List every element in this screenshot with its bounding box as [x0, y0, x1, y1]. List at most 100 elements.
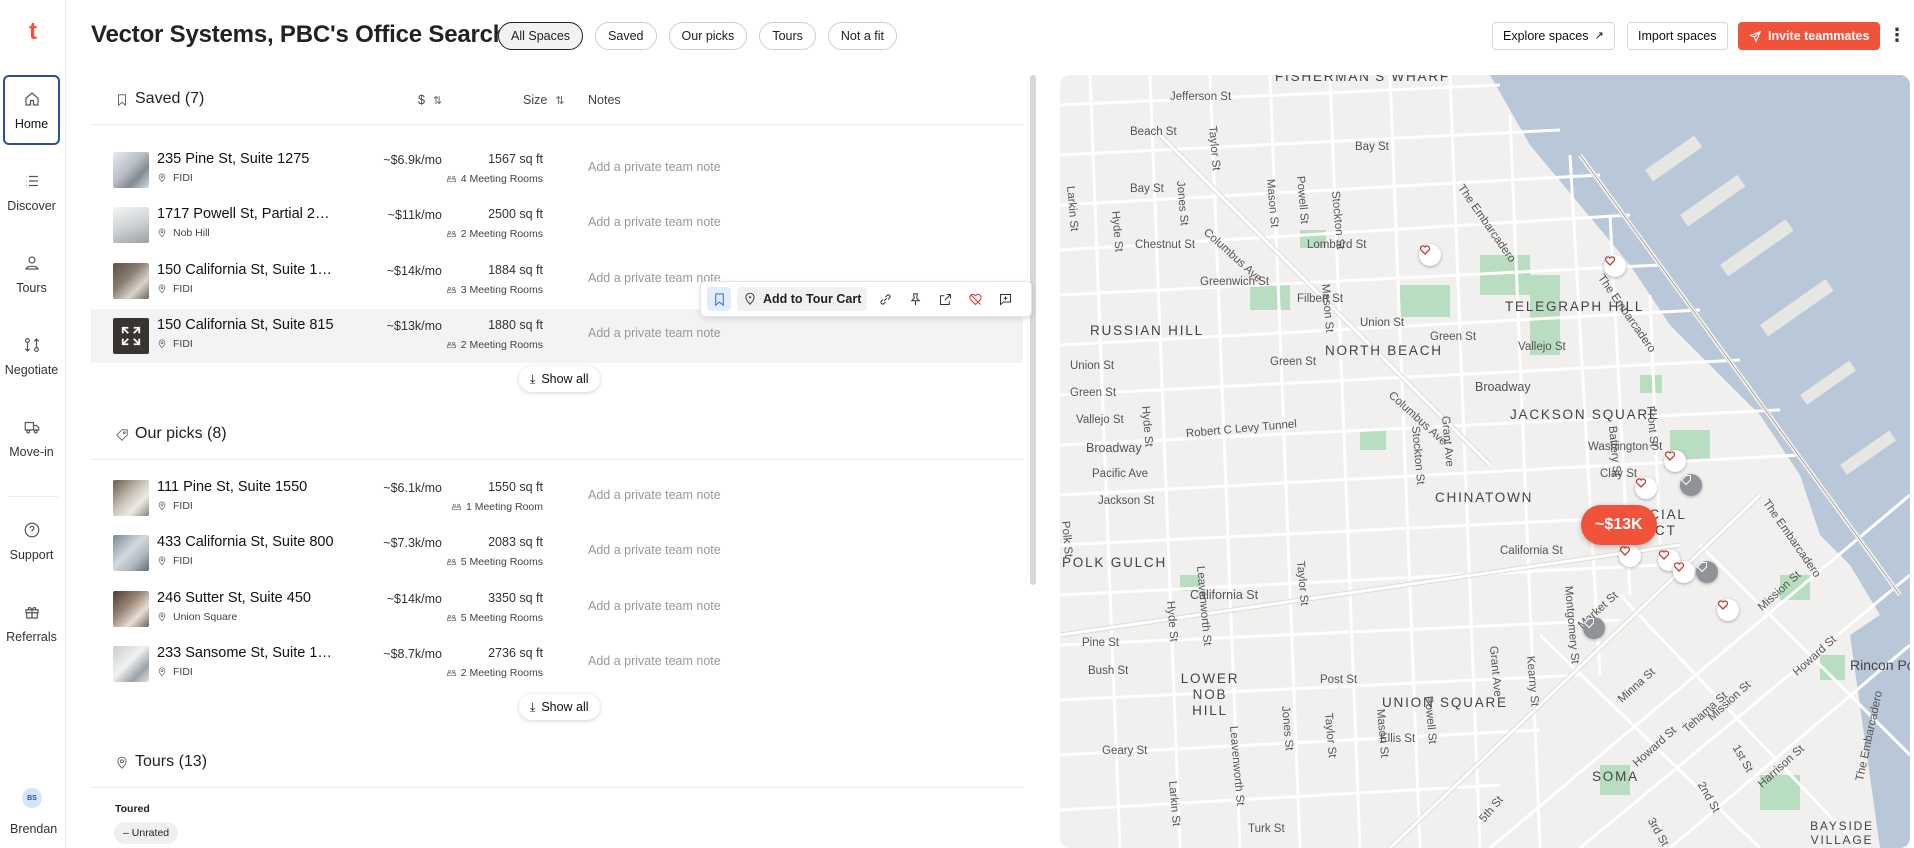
table-row[interactable]: 246 Sutter St, Suite 450 Union Square ~$…	[91, 582, 1023, 636]
meeting-room-icon	[446, 230, 456, 237]
picks-section-title: Our picks (8)	[135, 425, 227, 442]
add-to-tour-cart-button[interactable]: Add to Tour Cart	[737, 287, 868, 311]
sort-icon: ⇅	[555, 94, 565, 107]
space-address[interactable]: 235 Pine St, Suite 1275	[157, 151, 337, 167]
link-icon[interactable]	[873, 287, 897, 311]
space-address[interactable]: 246 Sutter St, Suite 450	[157, 590, 337, 606]
heart-icon	[1664, 451, 1676, 461]
tab-saved[interactable]: Saved	[595, 22, 657, 50]
tab-tours[interactable]: Tours	[759, 22, 816, 50]
more-options-icon[interactable]: ⋮	[1888, 26, 1906, 46]
space-thumbnail[interactable]	[113, 591, 149, 627]
map-neighborhood-label: Rincon Point	[1850, 657, 1910, 673]
team-note-field[interactable]: Add a private team note	[588, 543, 721, 557]
nav-item-tours[interactable]: Tours	[3, 239, 60, 309]
space-thumbnail[interactable]	[113, 646, 149, 682]
tours-section-header: Tours (13)	[91, 738, 1023, 788]
map-favorite-pin[interactable]	[1604, 255, 1626, 277]
space-thumbnail[interactable]	[113, 207, 149, 243]
space-price: ~$14k/mo	[386, 264, 442, 278]
filter-tabs: All Spaces Saved Our picks Tours Not a f…	[498, 22, 897, 50]
space-thumbnail[interactable]	[113, 263, 149, 299]
picks-show-all-button[interactable]: ⤓ Show all	[519, 694, 600, 720]
bookmark-icon[interactable]	[707, 287, 731, 311]
expand-down-icon: ⤓	[530, 372, 536, 386]
map-street-label: Jackson St	[1098, 495, 1155, 507]
space-thumbnail[interactable]	[113, 480, 149, 516]
invite-teammates-button[interactable]: Invite teammates	[1738, 22, 1881, 50]
list-scrollbar[interactable]	[1030, 75, 1036, 585]
app-logo[interactable]: t	[22, 20, 44, 44]
explore-spaces-label: Explore spaces	[1503, 29, 1589, 43]
user-name[interactable]: Brendan	[10, 822, 66, 836]
map-favorite-pin[interactable]	[1664, 450, 1686, 472]
map-street-label: Beach St	[1130, 126, 1177, 138]
pin-icon[interactable]	[903, 287, 927, 311]
saved-show-all-button[interactable]: ⤓ Show all	[519, 366, 600, 392]
map-favorite-pin[interactable]	[1717, 599, 1739, 621]
team-note-field[interactable]: Add a private team note	[588, 599, 721, 613]
map-neighborhood-label: LOWER NOB HILL	[1180, 671, 1240, 718]
user-avatar[interactable]: BS	[22, 788, 42, 808]
space-thumbnail[interactable]	[113, 152, 149, 188]
map-neighborhood-label: NORTH BEACH	[1325, 343, 1443, 358]
space-address[interactable]: 111 Pine St, Suite 1550	[157, 479, 337, 495]
not-a-fit-icon[interactable]	[963, 287, 987, 311]
price-column-header[interactable]: $ ⇅	[418, 93, 442, 107]
rating-filter-chip[interactable]: – Unrated	[114, 822, 179, 844]
team-note-field[interactable]: Add a private team note	[588, 160, 721, 174]
table-row[interactable]: 150 California St, Suite 815 FIDI ~$13k/…	[91, 309, 1023, 363]
map-street-label: California St	[1500, 545, 1563, 557]
map-favorite-pin[interactable]	[1635, 477, 1657, 499]
table-row[interactable]: 433 California St, Suite 800 FIDI ~$7.3k…	[91, 526, 1023, 580]
space-neighborhood: FIDI	[157, 172, 193, 184]
nav-item-referrals[interactable]: Referrals	[3, 588, 60, 658]
map-favorite-pin[interactable]	[1419, 244, 1441, 266]
space-thumbnail[interactable]	[113, 535, 149, 571]
neighborhood-label: FIDI	[173, 338, 193, 350]
nav-item-discover[interactable]: Discover	[3, 157, 60, 227]
table-row[interactable]: 233 Sansome St, Suite 1008 FIDI ~$8.7k/m…	[91, 637, 1023, 691]
map-panel[interactable]: FISHERMAN'S WHARF TELEGRAPH HILL RUSSIAN…	[1060, 75, 1910, 848]
tag-icon	[1680, 475, 1691, 486]
table-row[interactable]: 235 Pine St, Suite 1275 FIDI ~$6.9k/mo 1…	[91, 143, 1023, 197]
nav-item-home[interactable]: Home	[3, 75, 60, 145]
team-note-field[interactable]: Add a private team note	[588, 326, 721, 340]
meeting-rooms: 5 Meeting Rooms	[446, 612, 543, 624]
neighborhood-label: FIDI	[173, 555, 193, 567]
team-note-field[interactable]: Add a private team note	[588, 488, 721, 502]
table-row[interactable]: 111 Pine St, Suite 1550 FIDI ~$6.1k/mo 1…	[91, 471, 1023, 525]
size-column-header[interactable]: Size ⇅	[523, 93, 565, 107]
nav-item-negotiate[interactable]: Negotiate	[3, 321, 60, 391]
nav-item-support[interactable]: Support	[3, 506, 60, 576]
map-pick-pin[interactable]	[1583, 617, 1605, 639]
explore-spaces-button[interactable]: Explore spaces ↗	[1492, 22, 1615, 50]
tab-not-a-fit[interactable]: Not a fit	[827, 22, 897, 50]
map-street-label: Broadway	[1475, 380, 1531, 394]
tab-all-spaces[interactable]: All Spaces	[498, 22, 584, 50]
space-address[interactable]: 1717 Powell St, Partial 2nd ...	[157, 206, 337, 222]
space-address[interactable]: 433 California St, Suite 800	[157, 534, 337, 550]
comment-icon[interactable]	[993, 287, 1017, 311]
map-favorite-pin[interactable]	[1673, 561, 1695, 583]
import-spaces-button[interactable]: Import spaces	[1627, 22, 1728, 50]
space-thumbnail[interactable]	[113, 318, 149, 354]
space-address[interactable]: 150 California St, Suite 1050	[157, 262, 337, 278]
table-row[interactable]: 1717 Powell St, Partial 2nd ... Nob Hill…	[91, 198, 1023, 252]
map-price-marker[interactable]: ~$13K	[1581, 505, 1657, 545]
open-external-icon[interactable]	[933, 287, 957, 311]
team-note-field[interactable]: Add a private team note	[588, 215, 721, 229]
space-address[interactable]: 150 California St, Suite 815	[157, 317, 337, 333]
help-icon	[24, 522, 39, 537]
tour-pin-icon	[745, 292, 755, 305]
notes-column-label: Notes	[588, 93, 621, 107]
meeting-rooms: 5 Meeting Rooms	[446, 556, 543, 568]
team-note-field[interactable]: Add a private team note	[588, 654, 721, 668]
map-pick-pin[interactable]	[1680, 474, 1702, 496]
nav-item-move-in[interactable]: Move-in	[3, 403, 60, 473]
space-address[interactable]: 233 Sansome St, Suite 1008	[157, 645, 337, 661]
map-pick-pin[interactable]	[1696, 561, 1718, 583]
neighborhood-label: Union Square	[173, 611, 238, 623]
tab-our-picks[interactable]: Our picks	[668, 22, 748, 50]
map-favorite-pin[interactable]	[1619, 545, 1641, 567]
